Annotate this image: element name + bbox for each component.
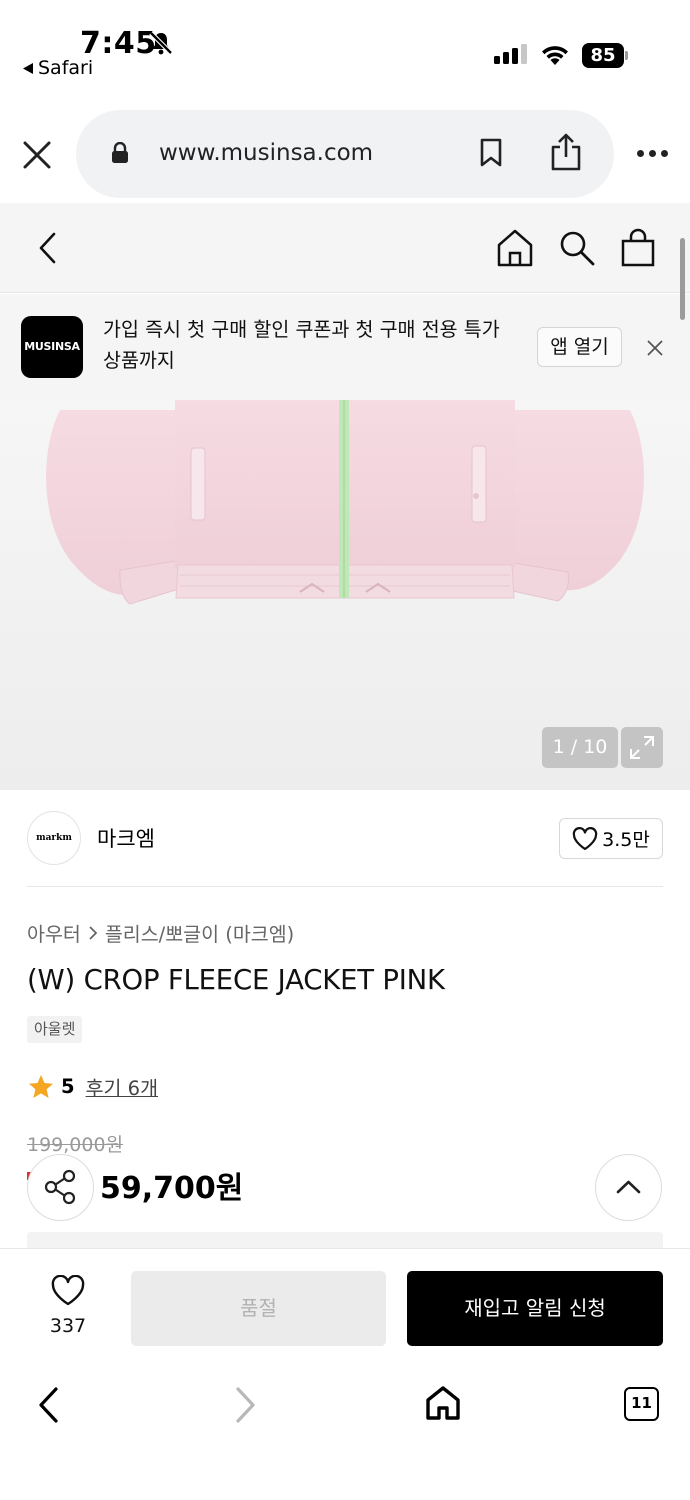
page-scrollbar[interactable]: [680, 238, 685, 320]
scroll-to-top-button[interactable]: [595, 1154, 662, 1221]
sale-price: 59,700원: [100, 1171, 244, 1206]
wishlist-button[interactable]: 337: [40, 1274, 96, 1337]
wishlist-count: 337: [49, 1315, 87, 1337]
breadcrumb-subcategory[interactable]: 플리스/뽀글이 (마크엠): [105, 918, 294, 947]
chevron-up-icon: [616, 1180, 641, 1194]
product-title: (W) CROP FLEECE JACKET PINK: [27, 964, 445, 996]
share-icon[interactable]: [549, 132, 583, 172]
promo-close-icon[interactable]: [645, 338, 665, 358]
musinsa-logo: MUSINSA: [21, 316, 83, 378]
expand-image-button[interactable]: [621, 727, 663, 768]
search-icon[interactable]: [558, 229, 596, 267]
breadcrumb-category[interactable]: 아우터: [27, 918, 81, 947]
close-icon[interactable]: [22, 140, 52, 170]
bookmark-icon[interactable]: [479, 138, 503, 168]
app-promo-banner: MUSINSA 가입 즉시 첫 구매 할인 쿠폰과 첫 구매 전용 특가 상품까…: [0, 294, 690, 400]
brand-like-button[interactable]: 3.5만: [559, 818, 663, 859]
cellular-signal-icon: [494, 44, 527, 64]
promo-message: 가입 즉시 첫 구매 할인 쿠폰과 첫 구매 전용 특가 상품까지: [103, 318, 500, 372]
expand-icon: [630, 736, 654, 759]
image-counter: 1 / 10: [542, 727, 618, 768]
status-time: 7:45: [80, 26, 157, 61]
battery-icon: 85: [582, 43, 628, 68]
site-header: [0, 203, 690, 293]
original-price: 199,000원: [27, 1134, 124, 1156]
star-icon: [29, 1075, 53, 1098]
share-button[interactable]: [27, 1154, 94, 1221]
sold-out-button: 품절: [131, 1271, 386, 1346]
rating-row: 5 후기 6개: [28, 1072, 158, 1101]
divider: [27, 886, 663, 887]
more-options-icon[interactable]: [637, 150, 668, 157]
browser-home-icon[interactable]: [424, 1384, 462, 1422]
brand-name[interactable]: 마크엠: [97, 823, 155, 853]
home-icon[interactable]: [496, 228, 534, 268]
back-to-app-link[interactable]: Safari: [22, 57, 93, 79]
browser-bar: www.musinsa.com: [0, 100, 690, 203]
category-breadcrumb: 아우터 플리스/뽀글이 (마크엠): [27, 918, 294, 947]
open-app-button[interactable]: 앱 열기: [537, 327, 622, 367]
brand-logo[interactable]: markm: [27, 811, 81, 865]
purchase-action-bar: 337 품절 재입고 알림 신청: [0, 1248, 690, 1360]
chevron-right-icon: [89, 925, 98, 940]
wifi-icon: [542, 46, 568, 65]
brand-row: markm 마크엠 3.5만: [0, 790, 690, 887]
back-arrow-icon[interactable]: [36, 231, 60, 265]
status-bar: 7:45 Safari 85: [0, 0, 690, 100]
browser-forward-icon[interactable]: [232, 1386, 258, 1424]
info-panel-edge: [27, 1232, 663, 1248]
url-text: www.musinsa.com: [159, 140, 374, 166]
outlet-tag: 아울렛: [27, 1016, 83, 1043]
restock-alert-button[interactable]: 재입고 알림 신청: [407, 1271, 663, 1346]
rating-score: 5: [61, 1075, 75, 1098]
share-nodes-icon: [44, 1169, 76, 1205]
lock-icon: [112, 142, 128, 163]
tabs-button[interactable]: 11: [624, 1387, 659, 1421]
back-triangle-icon: [23, 62, 33, 74]
battery-level: 85: [582, 43, 624, 68]
heart-icon: [572, 826, 598, 850]
reviews-link[interactable]: 후기 6개: [86, 1072, 158, 1101]
bell-muted-icon: [149, 31, 173, 55]
shopping-bag-icon[interactable]: [620, 228, 656, 268]
back-app-label: Safari: [38, 57, 94, 79]
browser-back-icon[interactable]: [36, 1386, 62, 1424]
address-bar[interactable]: www.musinsa.com: [76, 110, 614, 198]
safari-toolbar: 11: [0, 1360, 690, 1500]
brand-like-count: 3.5만: [602, 829, 650, 851]
heart-icon: [51, 1274, 85, 1306]
